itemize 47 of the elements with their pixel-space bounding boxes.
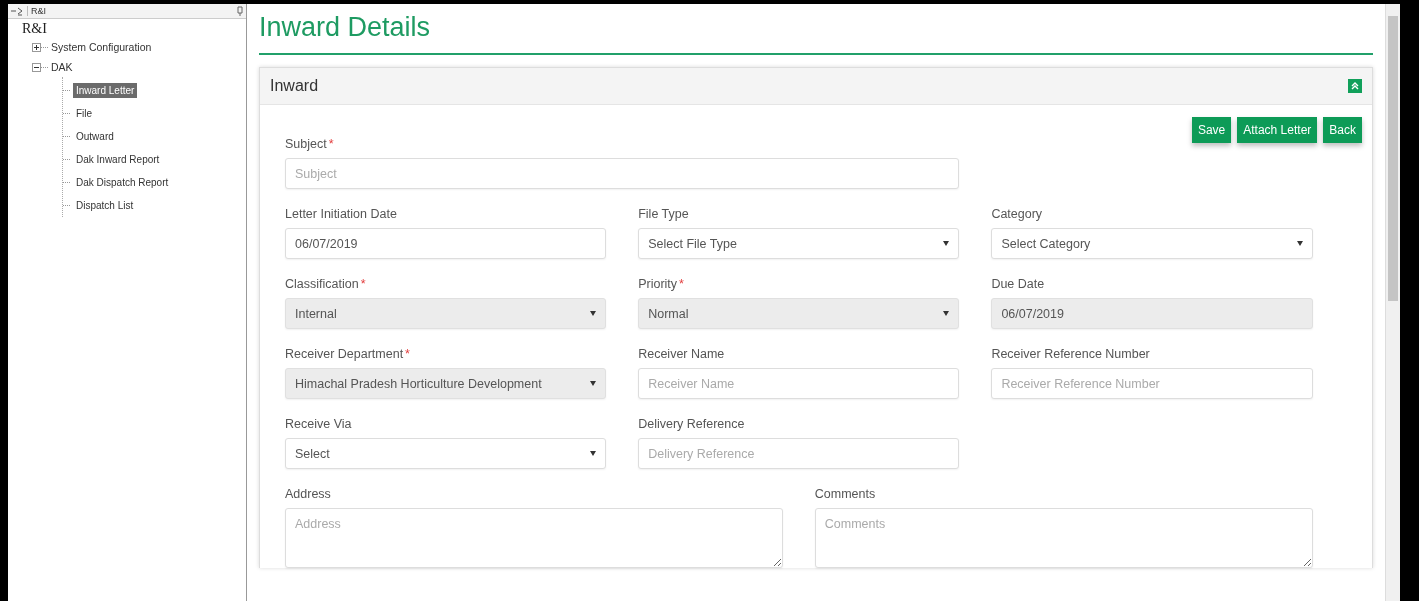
tree-item[interactable]: Dak Dispatch Report	[73, 175, 172, 190]
scrollbar[interactable]	[1385, 4, 1400, 601]
field-label: Subject *	[285, 137, 335, 152]
page-title: Inward Details	[259, 12, 1373, 55]
tree-item[interactable]: File	[73, 106, 96, 121]
input-field[interactable]: Delivery Reference	[638, 438, 960, 469]
field-label: Letter Initiation Date	[285, 207, 398, 222]
field-label: Due Date	[991, 277, 1046, 292]
field-label: Priority *	[638, 277, 685, 292]
field-label: Receiver Name	[638, 347, 726, 362]
tree-item[interactable]: DAK	[51, 61, 73, 73]
field-label: File Type	[638, 207, 690, 222]
tree-item[interactable]: Dispatch List	[73, 198, 137, 213]
action-button[interactable]: Back	[1323, 117, 1362, 143]
action-button[interactable]: Save	[1191, 117, 1232, 143]
field-label: Category	[991, 207, 1044, 222]
tree-item[interactable]: Dak Inward Report	[73, 152, 163, 167]
tree-item[interactable]: Outward	[73, 129, 117, 144]
field-label: Receiver Department *	[285, 347, 411, 362]
panel-title: Inward	[270, 77, 319, 95]
field-label: Delivery Reference	[638, 417, 746, 432]
field-label: Receiver Reference Number	[991, 347, 1151, 362]
text-area[interactable]: Comments	[814, 508, 1313, 568]
action-button[interactable]: Attach Letter	[1237, 117, 1318, 143]
field-label: Receive Via	[285, 417, 353, 432]
input-field[interactable]: Receiver Reference Number	[991, 368, 1313, 399]
chevron-up-icon	[1351, 82, 1359, 90]
field-label: Address	[285, 487, 332, 502]
scrollbar-thumb[interactable]	[1388, 16, 1398, 301]
field-label: Classification *	[285, 277, 367, 292]
collapse-box-icon[interactable]	[32, 62, 41, 72]
sidebar-header-title: R&I	[27, 6, 233, 16]
select-field[interactable]: Select	[285, 438, 607, 469]
select-field[interactable]: Select Category	[991, 228, 1313, 259]
pin-icon[interactable]	[236, 6, 244, 16]
tree-root[interactable]: R&I	[8, 19, 246, 37]
collapse-icon[interactable]	[10, 6, 24, 16]
input-field[interactable]: Subject	[285, 158, 960, 189]
tree-item[interactable]: Inward Letter	[73, 83, 138, 98]
input-field[interactable]: Receiver Name	[638, 368, 960, 399]
field-label: Comments	[814, 487, 877, 502]
select-field[interactable]: Select File Type	[638, 228, 960, 259]
tree-item[interactable]: System Configuration	[51, 41, 152, 53]
input-field[interactable]: 06/07/2019	[285, 228, 607, 259]
expand-box-icon[interactable]	[32, 42, 41, 52]
text-area[interactable]: Address	[285, 508, 783, 568]
collapse-button[interactable]	[1348, 79, 1362, 93]
